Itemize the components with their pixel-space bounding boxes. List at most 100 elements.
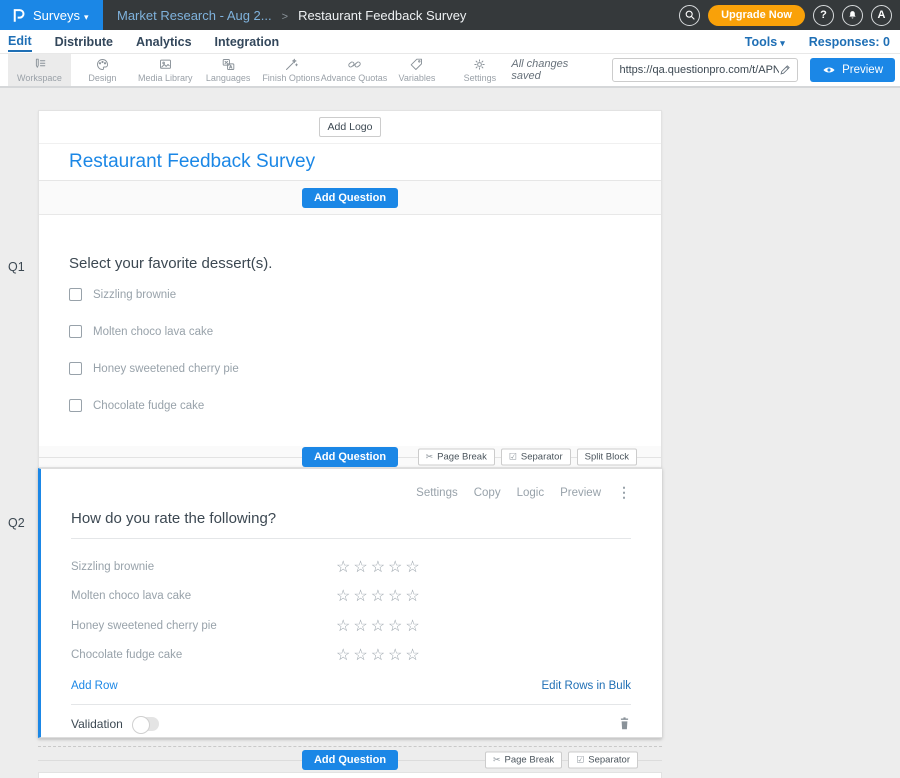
checkbox-option: Sizzling brownie [69, 280, 631, 309]
search-button[interactable] [679, 5, 700, 26]
help-button[interactable]: ? [813, 5, 834, 26]
palette-icon [94, 57, 111, 72]
validation-label: Validation [71, 717, 123, 731]
toolbar-right: All changes saved Preview [511, 54, 900, 86]
rating-row: Molten choco lava cake [71, 582, 631, 612]
add-question-button[interactable]: Add Question [302, 750, 398, 770]
checkbox-input[interactable] [69, 288, 82, 301]
notifications-button[interactable] [842, 5, 863, 26]
survey-url-input[interactable] [619, 64, 779, 76]
product-switcher[interactable]: Surveys [0, 0, 103, 30]
tab-analytics[interactable]: Analytics [136, 32, 192, 51]
toolbar-item-settings[interactable]: Settings [448, 54, 511, 86]
toolbar-item-variables[interactable]: Variables [386, 54, 449, 86]
star-icon[interactable] [388, 645, 402, 665]
tab-distribute[interactable]: Distribute [55, 32, 113, 51]
rating-rows: Sizzling brownie Molten choco lava cake … [71, 552, 631, 670]
star-icon[interactable] [353, 557, 367, 577]
star-icon[interactable] [388, 616, 402, 636]
avatar[interactable]: A [871, 5, 892, 26]
star-icon[interactable] [336, 557, 350, 577]
responses-count[interactable]: Responses: 0 [809, 35, 890, 49]
star-icon[interactable] [388, 586, 402, 606]
split-block-button[interactable]: Split Block [577, 448, 637, 465]
separator-button[interactable]: Separator [501, 448, 571, 465]
star-icon[interactable] [353, 616, 367, 636]
scissors-icon [493, 754, 501, 765]
breadcrumb-parent[interactable]: Market Research - Aug 2... [117, 8, 272, 23]
separator-icon [509, 451, 517, 462]
tools-menu[interactable]: Tools [745, 35, 785, 49]
tabrow-right: Tools Responses: 0 [745, 35, 892, 49]
star-icon[interactable] [405, 557, 419, 577]
question-settings-link[interactable]: Settings [416, 487, 458, 499]
star-icon[interactable] [353, 645, 367, 665]
survey-url-box [612, 58, 798, 82]
star-rating [336, 616, 423, 636]
add-question-button[interactable]: Add Question [302, 188, 398, 208]
checkbox-input[interactable] [69, 325, 82, 338]
checkbox-input[interactable] [69, 362, 82, 375]
autosave-status: All changes saved [511, 58, 600, 82]
rating-row: Chocolate fudge cake [71, 641, 631, 671]
upgrade-button[interactable]: Upgrade Now [708, 5, 805, 26]
star-icon[interactable] [388, 557, 402, 577]
question-preview-link[interactable]: Preview [560, 487, 601, 499]
checkbox-input[interactable] [69, 399, 82, 412]
question-block-q1[interactable]: Select your favorite dessert(s). Sizzlin… [39, 215, 661, 446]
rating-row: Sizzling brownie [71, 552, 631, 582]
question-text[interactable]: How do you rate the following? [71, 510, 631, 539]
chain-links-icon [346, 57, 363, 72]
star-icon[interactable] [405, 616, 419, 636]
star-icon[interactable] [353, 586, 367, 606]
toolbar-item-advance-quotas[interactable]: Advance Quotas [323, 54, 386, 86]
toolbar-item-finish-options[interactable]: Finish Options [260, 54, 323, 86]
toolbar-item-design[interactable]: Design [71, 54, 134, 86]
star-icon[interactable] [371, 616, 385, 636]
tab-edit[interactable]: Edit [8, 31, 32, 52]
question-copy-link[interactable]: Copy [474, 487, 501, 499]
wand-icon [283, 57, 300, 72]
star-rating [336, 586, 423, 606]
tag-icon [408, 57, 425, 72]
preview-button[interactable]: Preview [810, 58, 895, 82]
survey-title[interactable]: Restaurant Feedback Survey [69, 151, 315, 173]
more-options-icon[interactable] [617, 484, 631, 501]
star-icon[interactable] [405, 586, 419, 606]
page-break-button[interactable]: Page Break [485, 751, 562, 768]
tab-integration[interactable]: Integration [215, 32, 280, 51]
toolbar-item-workspace[interactable]: Workspace [8, 54, 71, 86]
survey-card: Add Logo Restaurant Feedback Survey Add … [38, 110, 662, 739]
star-icon[interactable] [336, 645, 350, 665]
bell-icon [847, 9, 858, 21]
edit-rows-bulk-link[interactable]: Edit Rows in Bulk [542, 680, 631, 692]
add-row-link[interactable]: Add Row [71, 680, 118, 692]
page-break-button[interactable]: Page Break [418, 448, 495, 465]
star-icon[interactable] [405, 645, 419, 665]
topbar-actions: Upgrade Now ? A [679, 5, 900, 26]
add-question-band-bottom: Add Question Page Break Separator [38, 746, 662, 772]
add-question-button[interactable]: Add Question [302, 447, 398, 467]
star-icon[interactable] [371, 557, 385, 577]
logo-row: Add Logo [39, 111, 661, 144]
question-logic-link[interactable]: Logic [517, 487, 545, 499]
validation-toggle[interactable] [133, 717, 159, 731]
checkbox-option: Chocolate fudge cake [69, 391, 631, 420]
chevron-right-icon [282, 8, 288, 23]
star-icon[interactable] [371, 586, 385, 606]
star-icon[interactable] [336, 586, 350, 606]
edit-pencil-icon[interactable] [779, 64, 791, 76]
question-block-q2-selected[interactable]: Settings Copy Logic Preview How do you r… [38, 468, 662, 738]
editor-canvas: Q1 Q2 Add Logo Restaurant Feedback Surve… [0, 88, 900, 774]
question-number-q2: Q2 [8, 516, 25, 530]
add-logo-button[interactable]: Add Logo [319, 117, 382, 137]
delete-question-button[interactable] [618, 716, 631, 731]
separator-button[interactable]: Separator [568, 751, 638, 768]
star-icon[interactable] [371, 645, 385, 665]
toolbar-item-languages[interactable]: Languages [197, 54, 260, 86]
star-rating [336, 557, 423, 577]
toolbar-item-media-library[interactable]: Media Library [134, 54, 197, 86]
validation-row: Validation [71, 704, 631, 731]
star-icon[interactable] [336, 616, 350, 636]
checkbox-option: Honey sweetened cherry pie [69, 354, 631, 383]
